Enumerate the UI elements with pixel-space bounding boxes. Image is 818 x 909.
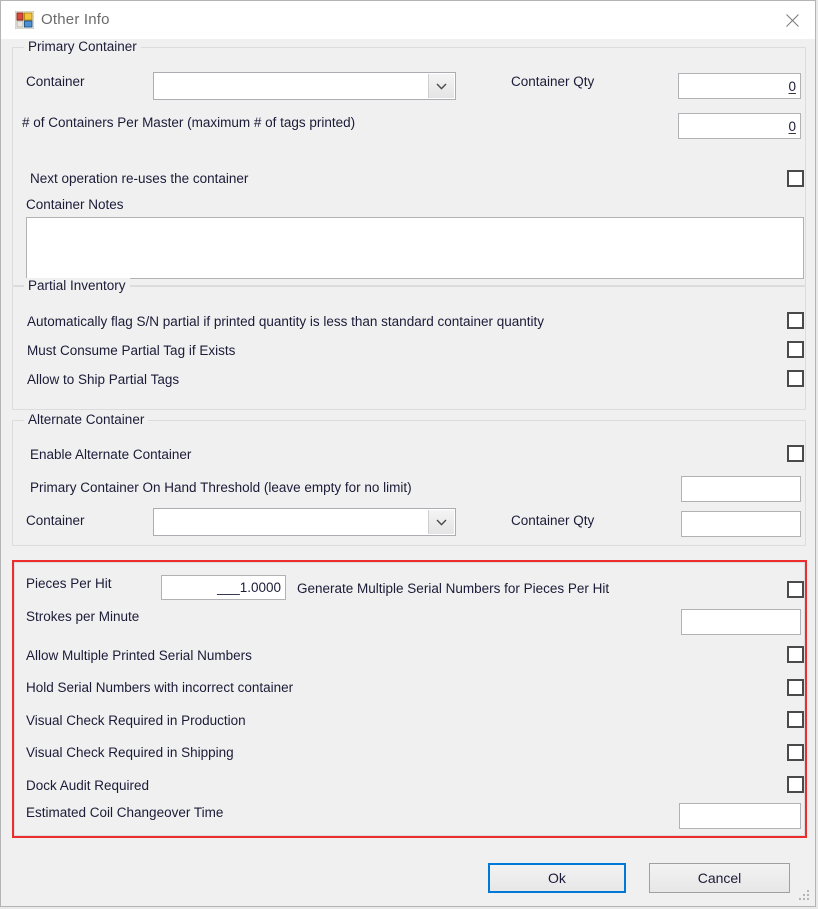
container-qty-label: Container Qty <box>511 74 595 89</box>
enable-alternate-container-checkbox[interactable] <box>787 445 804 462</box>
hold-serials-incorrect-container-checkbox[interactable] <box>787 679 804 696</box>
strokes-per-minute-input[interactable] <box>681 609 801 635</box>
enable-alternate-container-label: Enable Alternate Container <box>30 447 192 462</box>
containers-per-master-input[interactable]: 0 <box>678 113 801 139</box>
reuse-container-checkbox[interactable] <box>787 170 804 187</box>
pieces-per-hit-input[interactable]: ___1.0000 <box>161 575 286 600</box>
cancel-button-label: Cancel <box>697 870 742 886</box>
allow-multiple-printed-serials-checkbox[interactable] <box>787 646 804 663</box>
reuse-container-label: Next operation re-uses the container <box>30 171 249 186</box>
chevron-down-icon[interactable] <box>428 74 454 98</box>
resize-grip[interactable] <box>798 890 810 902</box>
cancel-button[interactable]: Cancel <box>649 863 790 893</box>
ok-button[interactable]: Ok <box>488 863 626 893</box>
allow-multiple-printed-serials-label: Allow Multiple Printed Serial Numbers <box>26 648 252 663</box>
title-bar: Other Info <box>1 1 815 40</box>
pieces-per-hit-label: Pieces Per Hit <box>26 576 112 591</box>
dock-audit-required-label: Dock Audit Required <box>26 778 150 793</box>
allow-ship-partial-label: Allow to Ship Partial Tags <box>27 372 180 387</box>
alternate-container-combobox[interactable] <box>153 508 456 536</box>
pieces-per-hit-value: ___1.0000 <box>217 580 281 595</box>
alternate-container-group-title: Alternate Container <box>24 412 149 427</box>
strokes-per-minute-label: Strokes per Minute <box>26 609 140 624</box>
ok-button-label: Ok <box>548 870 566 886</box>
auto-flag-partial-label: Automatically flag S/N partial if printe… <box>27 314 545 329</box>
other-info-dialog: Other Info Primary Container Container C… <box>0 0 816 907</box>
visual-check-production-label: Visual Check Required in Production <box>26 713 246 728</box>
must-consume-partial-label: Must Consume Partial Tag if Exists <box>27 343 236 358</box>
chevron-down-icon[interactable] <box>428 510 454 534</box>
app-window-icon <box>14 10 35 30</box>
allow-ship-partial-checkbox[interactable] <box>787 370 804 387</box>
highlighted-options-panel <box>14 562 805 836</box>
generate-multiple-serials-checkbox[interactable] <box>787 581 804 598</box>
container-notes-label: Container Notes <box>26 197 124 212</box>
containers-per-master-value: 0 <box>788 118 796 134</box>
alternate-container-qty-input[interactable] <box>681 511 801 537</box>
on-hand-threshold-label: Primary Container On Hand Threshold (lea… <box>30 480 412 495</box>
on-hand-threshold-input[interactable] <box>681 476 801 502</box>
coil-changeover-input[interactable] <box>679 803 801 829</box>
must-consume-partial-checkbox[interactable] <box>787 341 804 358</box>
containers-per-master-label: # of Containers Per Master (maximum # of… <box>22 115 356 130</box>
visual-check-shipping-checkbox[interactable] <box>787 744 804 761</box>
container-qty-value: 0 <box>788 78 796 94</box>
container-label: Container <box>26 74 85 89</box>
container-notes-textarea[interactable] <box>26 217 804 279</box>
visual-check-shipping-label: Visual Check Required in Shipping <box>26 745 234 760</box>
alternate-container-qty-label: Container Qty <box>511 513 595 528</box>
alternate-container-label: Container <box>26 513 85 528</box>
auto-flag-partial-checkbox[interactable] <box>787 312 804 329</box>
generate-multiple-serials-label: Generate Multiple Serial Numbers for Pie… <box>297 581 610 596</box>
dock-audit-required-checkbox[interactable] <box>787 776 804 793</box>
container-qty-input[interactable]: 0 <box>678 73 801 99</box>
hold-serials-incorrect-container-label: Hold Serial Numbers with incorrect conta… <box>26 680 294 695</box>
visual-check-production-checkbox[interactable] <box>787 711 804 728</box>
coil-changeover-label: Estimated Coil Changeover Time <box>26 805 224 820</box>
window-title: Other Info <box>41 11 110 28</box>
primary-container-group-title: Primary Container <box>24 39 141 54</box>
container-combobox[interactable] <box>153 72 456 100</box>
partial-inventory-group-title: Partial Inventory <box>24 278 130 293</box>
close-icon[interactable] <box>769 1 815 39</box>
